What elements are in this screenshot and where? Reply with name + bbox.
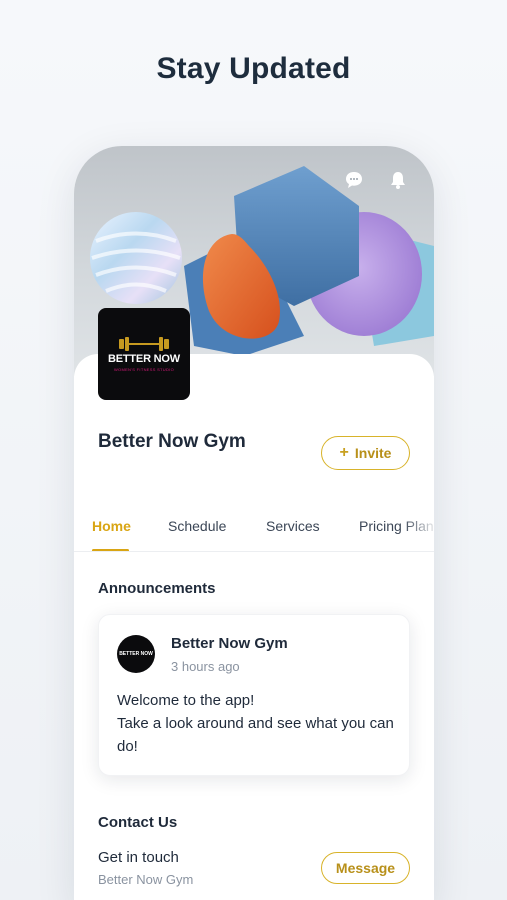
- page-headline: Stay Updated: [156, 52, 351, 85]
- dumbbell-icon: [119, 336, 169, 351]
- gym-name: Better Now Gym: [98, 431, 246, 452]
- active-tab-indicator: [92, 549, 129, 551]
- invite-button[interactable]: + Invite: [321, 436, 410, 470]
- tab-schedule[interactable]: Schedule: [168, 518, 226, 534]
- contact-heading: Contact Us: [98, 814, 178, 831]
- tab-pricing-plans[interactable]: Pricing Plans: [359, 518, 434, 534]
- tab-bar: Home Schedule Services Pricing Plans: [74, 512, 434, 552]
- avatar-text: BETTER NOW: [119, 651, 153, 657]
- message-button[interactable]: Message: [321, 852, 410, 884]
- announcements-heading: Announcements: [98, 580, 216, 597]
- gym-logo: BETTER NOW WOMEN'S FITNESS STUDIO: [98, 308, 190, 400]
- post-time: 3 hours ago: [171, 659, 240, 674]
- post-line-1: Welcome to the app!: [117, 692, 255, 709]
- announcement-post[interactable]: BETTER NOW Better Now Gym 3 hours ago We…: [98, 614, 410, 776]
- post-author: Better Now Gym: [171, 635, 288, 652]
- tab-services[interactable]: Services: [266, 518, 320, 534]
- contact-label: Get in touch: [98, 849, 179, 866]
- invite-label: Invite: [354, 445, 392, 461]
- post-line-2: Take a look around and see what you can …: [117, 715, 394, 755]
- logo-title: BETTER NOW: [108, 352, 180, 365]
- chat-bubble-icon[interactable]: [344, 170, 366, 192]
- avatar: BETTER NOW: [117, 635, 155, 673]
- post-body: Welcome to the app! Take a look around a…: [117, 689, 397, 758]
- bell-icon[interactable]: [388, 170, 410, 192]
- message-label: Message: [335, 860, 396, 876]
- contact-subtitle: Better Now Gym: [98, 872, 194, 887]
- phone-frame: BETTER NOW WOMEN'S FITNESS STUDIO Better…: [74, 146, 434, 900]
- logo-subtitle: WOMEN'S FITNESS STUDIO: [113, 366, 175, 372]
- plus-icon: +: [339, 444, 349, 461]
- tab-home[interactable]: Home: [92, 518, 131, 534]
